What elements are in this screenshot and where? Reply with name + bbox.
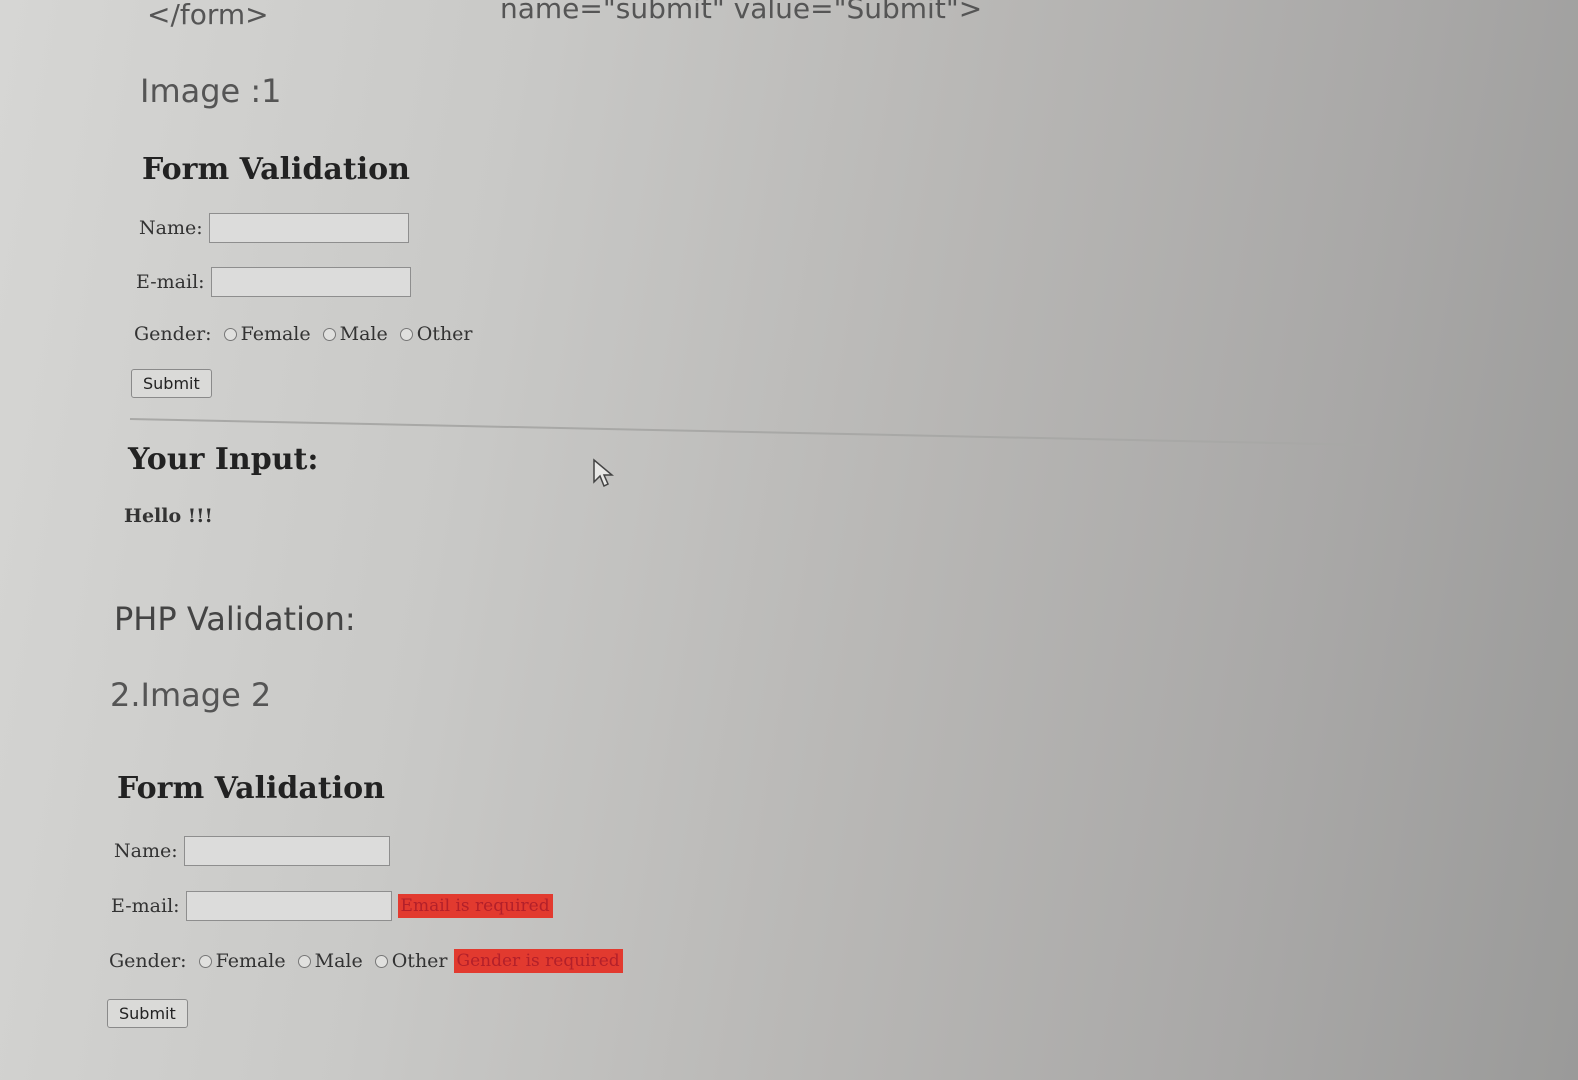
radio-icon[interactable] — [297, 954, 311, 968]
image1-name-label: Name: — [139, 217, 203, 239]
radio-icon[interactable] — [322, 327, 336, 341]
image2-name-label: Name: — [114, 840, 178, 862]
image2-caption: 2.Image 2 — [110, 676, 272, 714]
image1-gender-other-option[interactable]: Other — [399, 323, 473, 345]
image1-gender-label: Gender: — [134, 323, 212, 345]
image1-caption: Image :1 — [140, 72, 282, 110]
image2-email-row: E-mail: Email is required — [111, 891, 553, 921]
image2-gender-female-label: Female — [215, 950, 286, 972]
image1-form-title: Form Validation — [142, 152, 410, 187]
image2-gender-label: Gender: — [109, 950, 187, 972]
image1-name-input[interactable] — [208, 213, 409, 243]
image2-form-title: Form Validation — [117, 771, 385, 806]
code-closing-form-tag: </form> — [147, 0, 269, 31]
image2-name-row: Name: — [114, 836, 390, 866]
php-validation-heading: PHP Validation: — [114, 600, 356, 638]
image2-email-input[interactable] — [185, 891, 392, 921]
image2-email-label: E-mail: — [111, 895, 180, 917]
image2-email-error: Email is required — [397, 894, 553, 918]
mouse-pointer-icon — [593, 458, 614, 488]
image2-gender-male-label: Male — [314, 950, 363, 972]
image1-gender-male-label: Male — [339, 323, 388, 345]
image1-email-row: E-mail: — [136, 267, 411, 297]
image2-name-input[interactable] — [183, 836, 390, 866]
image1-email-label: E-mail: — [136, 271, 205, 293]
image1-gender-female-label: Female — [240, 323, 311, 345]
image2-gender-other-label: Other — [391, 950, 448, 972]
image1-gender-female-option[interactable]: Female — [223, 323, 311, 345]
image1-submit-button[interactable]: Submit — [131, 369, 212, 398]
image2-submit-button[interactable]: Submit — [107, 999, 188, 1028]
image2-gender-row: Gender: Female Male Other Gender is requ… — [109, 949, 623, 973]
image1-email-input[interactable] — [210, 267, 411, 297]
image2-gender-other-option[interactable]: Other — [374, 950, 448, 972]
image1-name-row: Name: — [139, 213, 409, 243]
your-input-text: Hello !!! — [124, 505, 213, 527]
image2-gender-female-option[interactable]: Female — [198, 950, 286, 972]
radio-icon[interactable] — [374, 954, 388, 968]
radio-icon[interactable] — [223, 327, 237, 341]
image1-gender-row: Gender: Female Male Other — [134, 323, 473, 345]
your-input-heading: Your Input: — [128, 442, 319, 477]
code-partial-submit-line: name="submit" value="Submit"> — [500, 0, 983, 25]
radio-icon[interactable] — [399, 327, 413, 341]
image2-gender-male-option[interactable]: Male — [297, 950, 363, 972]
radio-icon[interactable] — [198, 954, 212, 968]
image1-gender-other-label: Other — [416, 323, 473, 345]
image2-gender-error: Gender is required — [453, 949, 623, 973]
image1-gender-male-option[interactable]: Male — [322, 323, 388, 345]
